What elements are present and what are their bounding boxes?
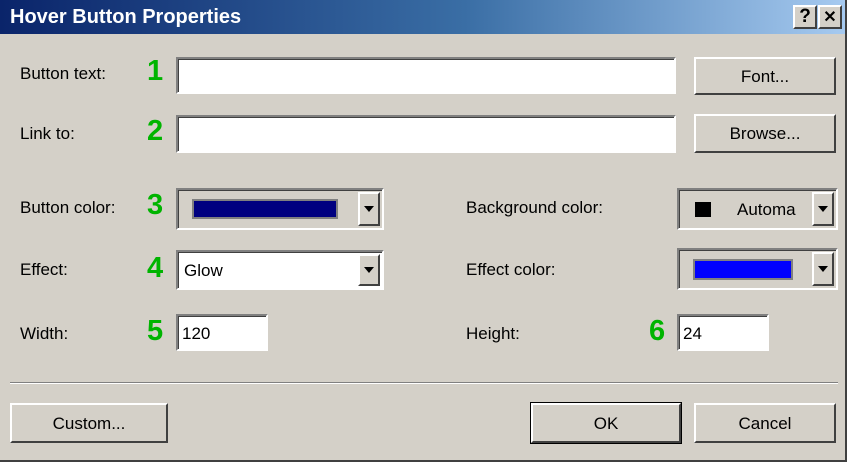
annotation-number-4: 4 — [147, 252, 164, 284]
close-icon: ✕ — [823, 9, 837, 26]
font-button[interactable]: Font... — [694, 57, 836, 95]
button-color-swatch — [192, 199, 338, 219]
browse-button-label: Browse... — [729, 124, 801, 143]
effect-color-dropdown-button[interactable] — [812, 252, 834, 286]
cancel-button[interactable]: Cancel — [694, 403, 836, 443]
button-color-dropdown-button[interactable] — [358, 192, 380, 226]
window-title: Hover Button Properties — [10, 6, 242, 28]
annotation-number-2: 2 — [147, 115, 164, 147]
annotation-number-5: 5 — [147, 315, 164, 347]
height-value: 24 — [683, 324, 702, 343]
chevron-down-icon — [818, 266, 828, 272]
effect-dropdown-button[interactable] — [358, 254, 380, 286]
width-value: 120 — [182, 324, 211, 343]
background-color-value: Automa — [737, 200, 796, 219]
width-input[interactable]: 120 — [176, 314, 268, 351]
width-label: Width: — [20, 324, 69, 343]
ok-button-label: OK — [593, 413, 619, 433]
chevron-down-icon — [364, 267, 374, 273]
effect-select[interactable]: Glow — [176, 250, 384, 290]
annotation-number-1: 1 — [147, 55, 164, 87]
background-color-label: Background color: — [466, 198, 604, 217]
annotation-number-3: 3 — [147, 189, 164, 221]
button-text-label: Button text: — [20, 64, 106, 83]
effect-label: Effect: — [20, 260, 68, 279]
background-color-dropdown-button[interactable] — [812, 192, 834, 226]
button-color-label: Button color: — [20, 198, 116, 217]
custom-button-label: Custom... — [52, 413, 126, 433]
height-label: Height: — [466, 324, 520, 343]
effect-color-swatch — [693, 259, 793, 280]
font-button-label: Font... — [740, 66, 790, 86]
annotation-number-6: 6 — [649, 315, 666, 347]
browse-button[interactable]: Browse... — [694, 114, 836, 153]
title-bar[interactable]: Hover Button Properties ? ✕ — [0, 0, 845, 34]
ok-button[interactable]: OK — [530, 402, 682, 444]
effect-color-label: Effect color: — [466, 260, 556, 279]
separator — [10, 382, 838, 384]
effect-value: Glow — [184, 261, 223, 280]
link-to-label: Link to: — [20, 124, 75, 143]
background-color-dropdown[interactable]: Automa — [677, 188, 838, 230]
link-to-input[interactable] — [176, 115, 676, 153]
button-text-input[interactable] — [176, 57, 676, 94]
chevron-down-icon — [364, 206, 374, 212]
help-button[interactable]: ? — [793, 5, 817, 29]
cancel-button-label: Cancel — [738, 413, 792, 433]
effect-color-dropdown[interactable] — [677, 248, 838, 290]
height-input[interactable]: 24 — [677, 314, 769, 351]
close-button[interactable]: ✕ — [818, 5, 842, 29]
custom-button[interactable]: Custom... — [10, 403, 168, 443]
button-color-dropdown[interactable] — [176, 188, 384, 230]
hover-button-properties-dialog: Hover Button Properties ? ✕ Button text:… — [0, 0, 847, 462]
background-color-swatch — [695, 202, 711, 217]
help-icon: ? — [799, 6, 811, 27]
chevron-down-icon — [818, 206, 828, 212]
